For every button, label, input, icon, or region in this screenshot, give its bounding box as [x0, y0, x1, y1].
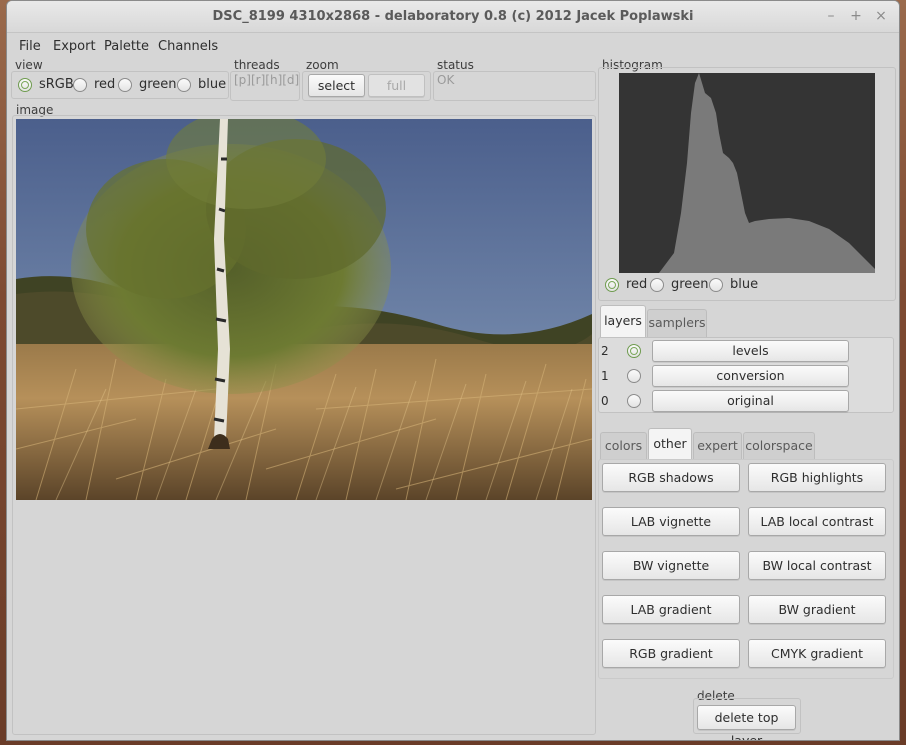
status-value: OK	[437, 73, 455, 87]
menu-file[interactable]: File	[19, 39, 41, 54]
window-title: DSC_8199 4310x2868 - delaboratory 0.8 (c…	[212, 9, 694, 24]
tab-layers[interactable]: layers	[600, 305, 646, 337]
photo-preview	[16, 119, 592, 500]
menu-export[interactable]: Export	[53, 39, 96, 54]
menu-bar: File Export Palette Channels	[7, 34, 899, 58]
cmyk-gradient-button[interactable]: CMYK gradient	[748, 639, 886, 668]
bw-local-contrast-button[interactable]: BW local contrast	[748, 551, 886, 580]
layer-index: 2	[601, 344, 609, 358]
image-canvas[interactable]	[16, 119, 592, 500]
bw-vignette-button[interactable]: BW vignette	[602, 551, 740, 580]
layer-index: 1	[601, 369, 609, 383]
layer-2-radio[interactable]	[627, 344, 641, 358]
view-label: view	[15, 58, 43, 72]
hist-blue-label: blue	[730, 277, 759, 292]
rgb-shadows-button[interactable]: RGB shadows	[602, 463, 740, 492]
title-bar[interactable]: DSC_8199 4310x2868 - delaboratory 0.8 (c…	[7, 1, 899, 33]
hist-green-radio[interactable]	[650, 278, 664, 292]
histogram-plot	[619, 73, 875, 273]
view-blue-label: blue	[198, 77, 227, 92]
close-icon[interactable]: ×	[873, 8, 889, 24]
view-red-radio[interactable]	[73, 78, 87, 92]
layer-levels-button[interactable]: levels	[652, 340, 849, 362]
bw-gradient-button[interactable]: BW gradient	[748, 595, 886, 624]
hist-green-label: green	[671, 277, 709, 292]
view-red-label: red	[94, 77, 116, 92]
zoom-full-button[interactable]: full	[368, 74, 425, 97]
app-window: DSC_8199 4310x2868 - delaboratory 0.8 (c…	[6, 0, 900, 741]
view-green-radio[interactable]	[118, 78, 132, 92]
tab-colors[interactable]: colors	[600, 432, 647, 459]
lab-gradient-button[interactable]: LAB gradient	[602, 595, 740, 624]
rgb-gradient-button[interactable]: RGB gradient	[602, 639, 740, 668]
layer-conversion-button[interactable]: conversion	[652, 365, 849, 387]
view-blue-radio[interactable]	[177, 78, 191, 92]
view-srgb-label: sRGB	[39, 77, 74, 92]
view-srgb-radio[interactable]	[18, 78, 32, 92]
tab-expert[interactable]: expert	[693, 432, 742, 459]
lab-local-contrast-button[interactable]: LAB local contrast	[748, 507, 886, 536]
status-frame	[433, 71, 596, 101]
tab-other[interactable]: other	[648, 428, 692, 459]
lab-vignette-button[interactable]: LAB vignette	[602, 507, 740, 536]
hist-red-label: red	[626, 277, 648, 292]
delete-top-layer-button[interactable]: delete top layer	[697, 705, 796, 740]
layer-0-radio[interactable]	[627, 394, 641, 408]
hist-blue-radio[interactable]	[709, 278, 723, 292]
layer-1-radio[interactable]	[627, 369, 641, 383]
hist-red-radio[interactable]	[605, 278, 619, 292]
layer-original-button[interactable]: original	[652, 390, 849, 412]
tab-colorspace[interactable]: colorspace	[743, 432, 815, 459]
zoom-select-button[interactable]: select	[308, 74, 365, 97]
rgb-highlights-button[interactable]: RGB highlights	[748, 463, 886, 492]
status-label: status	[437, 58, 474, 72]
menu-channels[interactable]: Channels	[158, 39, 218, 54]
layer-index: 0	[601, 394, 609, 408]
maximize-icon[interactable]: +	[848, 8, 864, 24]
threads-label: threads	[234, 58, 280, 72]
menu-palette[interactable]: Palette	[104, 39, 149, 54]
threads-value: [p][r][h][d]	[234, 73, 300, 87]
zoom-label: zoom	[306, 58, 339, 72]
tab-samplers[interactable]: samplers	[647, 309, 707, 337]
view-green-label: green	[139, 77, 177, 92]
minimize-icon[interactable]: –	[823, 8, 839, 24]
